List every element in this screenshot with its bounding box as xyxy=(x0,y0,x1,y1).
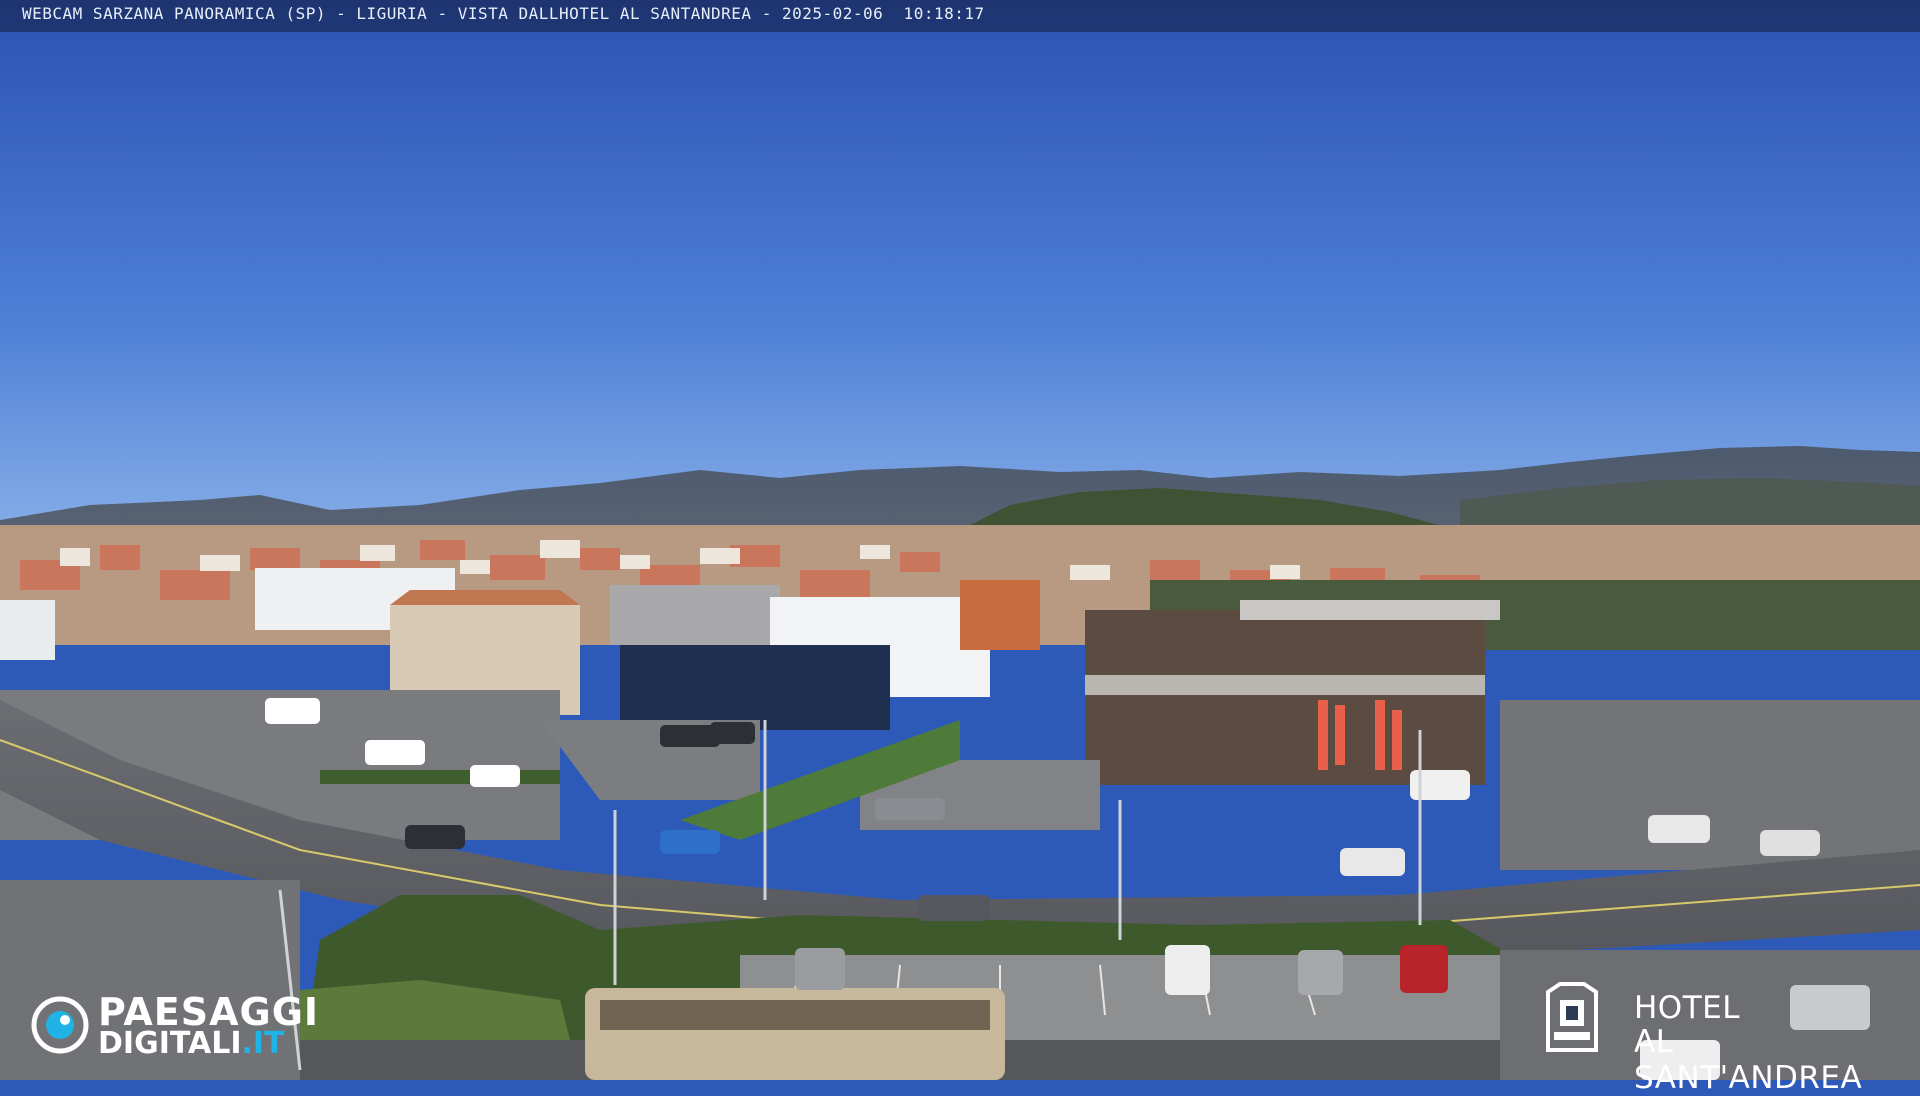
osd-caption: WEBCAM SARZANA PANORAMICA (SP) - LIGURIA… xyxy=(22,4,985,23)
paesaggi-digitali-logo: PAESAGGI DIGITALI.IT xyxy=(30,990,340,1061)
logo-right-line2: AL SANT'ANDREA xyxy=(1634,1024,1863,1096)
hotel-sant-andrea-logo: HOTEL AL SANT'ANDREA xyxy=(1540,978,1910,1096)
webcam-scene xyxy=(0,0,1920,1080)
logo-left-line2-main: DIGITALI xyxy=(98,1026,242,1061)
hotel-emblem-icon xyxy=(1546,982,1598,1052)
logo-right-line1: HOTEL xyxy=(1634,990,1741,1026)
logo-left-line2: DIGITALI.IT xyxy=(98,1026,285,1061)
eye-icon xyxy=(31,996,89,1054)
osd-caption-bar: WEBCAM SARZANA PANORAMICA (SP) - LIGURIA… xyxy=(0,0,1920,32)
restaurant-complex xyxy=(1085,610,1485,785)
peugeot-showroom xyxy=(620,645,890,730)
logo-left-line2-tld: .IT xyxy=(241,1026,285,1061)
